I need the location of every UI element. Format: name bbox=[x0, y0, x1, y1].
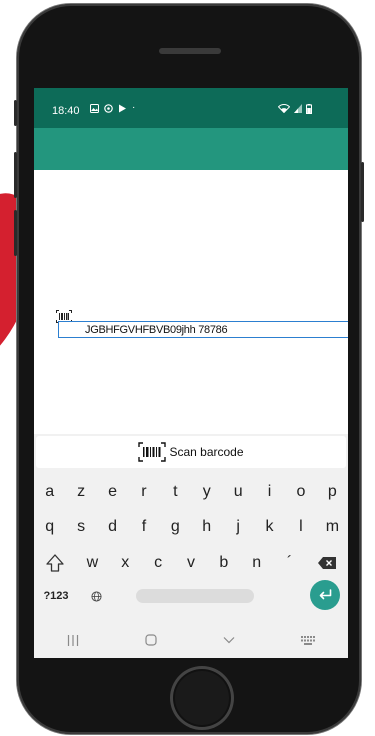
key[interactable]: w bbox=[76, 549, 109, 577]
key[interactable]: q bbox=[34, 513, 65, 541]
status-bar: 18:40 · bbox=[34, 88, 348, 128]
backspace-icon bbox=[318, 557, 337, 569]
power-button bbox=[361, 162, 364, 222]
key-row-3: w x c v b n ´ bbox=[34, 549, 348, 577]
key[interactable]: n bbox=[240, 549, 273, 577]
earpiece-speaker bbox=[159, 48, 221, 54]
home-icon[interactable] bbox=[145, 634, 157, 646]
recent-apps-icon[interactable] bbox=[67, 634, 79, 646]
key[interactable]: y bbox=[191, 478, 222, 506]
notification-icons: · bbox=[90, 102, 136, 113]
key[interactable]: v bbox=[175, 549, 208, 577]
space-key[interactable] bbox=[136, 589, 254, 603]
globe-key[interactable] bbox=[78, 582, 114, 610]
signal-icon bbox=[294, 104, 302, 113]
volume-up-button bbox=[14, 152, 17, 198]
shift-icon bbox=[46, 554, 64, 572]
key[interactable]: e bbox=[97, 478, 128, 506]
shift-key[interactable] bbox=[34, 549, 76, 577]
system-icons bbox=[278, 104, 312, 114]
chevron-down-icon[interactable] bbox=[223, 636, 235, 644]
dot-icon: · bbox=[132, 102, 136, 113]
key[interactable]: a bbox=[34, 478, 65, 506]
key[interactable]: l bbox=[285, 513, 316, 541]
image-icon bbox=[90, 104, 99, 113]
key[interactable]: j bbox=[222, 513, 253, 541]
key[interactable]: b bbox=[207, 549, 240, 577]
play-store-icon bbox=[119, 104, 126, 113]
key[interactable]: ´ bbox=[273, 549, 306, 577]
key-row-1: a z e r t y u i o p bbox=[34, 478, 348, 506]
key[interactable]: h bbox=[191, 513, 222, 541]
key[interactable]: z bbox=[65, 478, 96, 506]
key-row-4: ?123 bbox=[34, 580, 348, 610]
scan-barcode-button[interactable]: Scan barcode bbox=[36, 436, 346, 468]
barcode-icon bbox=[138, 442, 167, 462]
key[interactable]: r bbox=[128, 478, 159, 506]
key-row-2: q s d f g h j k l m bbox=[34, 513, 348, 541]
key[interactable]: k bbox=[254, 513, 285, 541]
symbols-key[interactable]: ?123 bbox=[34, 582, 78, 610]
globe-icon bbox=[90, 590, 102, 602]
key[interactable]: x bbox=[109, 549, 142, 577]
key[interactable]: d bbox=[97, 513, 128, 541]
key[interactable]: m bbox=[317, 513, 348, 541]
phone-frame: 18:40 · JGBHFGVHFBVB09jhh 78786 Scan bar… bbox=[14, 4, 364, 734]
volume-down-button bbox=[14, 210, 17, 256]
backspace-key[interactable] bbox=[306, 549, 348, 577]
key[interactable]: f bbox=[128, 513, 159, 541]
battery-icon bbox=[306, 104, 312, 114]
key[interactable]: t bbox=[160, 478, 191, 506]
keyboard-icon[interactable] bbox=[301, 635, 315, 645]
home-button[interactable] bbox=[170, 666, 234, 730]
search-input[interactable] bbox=[85, 322, 345, 337]
keyboard: Scan barcode a z e r t y u i o p q s d f… bbox=[34, 434, 348, 658]
key[interactable]: o bbox=[285, 478, 316, 506]
navigation-bar bbox=[34, 622, 348, 658]
wifi-icon bbox=[278, 104, 290, 113]
whatsapp-icon bbox=[104, 104, 113, 113]
enter-icon bbox=[319, 589, 332, 600]
app-bar bbox=[34, 128, 348, 170]
key[interactable]: s bbox=[65, 513, 96, 541]
key[interactable]: c bbox=[142, 549, 175, 577]
key[interactable]: p bbox=[317, 478, 348, 506]
scan-barcode-label: Scan barcode bbox=[169, 445, 244, 459]
search-field bbox=[58, 321, 348, 338]
enter-key[interactable] bbox=[310, 580, 340, 610]
status-time: 18:40 bbox=[52, 105, 80, 117]
mute-switch bbox=[14, 100, 17, 126]
key[interactable]: g bbox=[160, 513, 191, 541]
key[interactable]: u bbox=[222, 478, 253, 506]
key[interactable]: i bbox=[254, 478, 285, 506]
screen: 18:40 · JGBHFGVHFBVB09jhh 78786 Scan bar… bbox=[34, 88, 348, 658]
